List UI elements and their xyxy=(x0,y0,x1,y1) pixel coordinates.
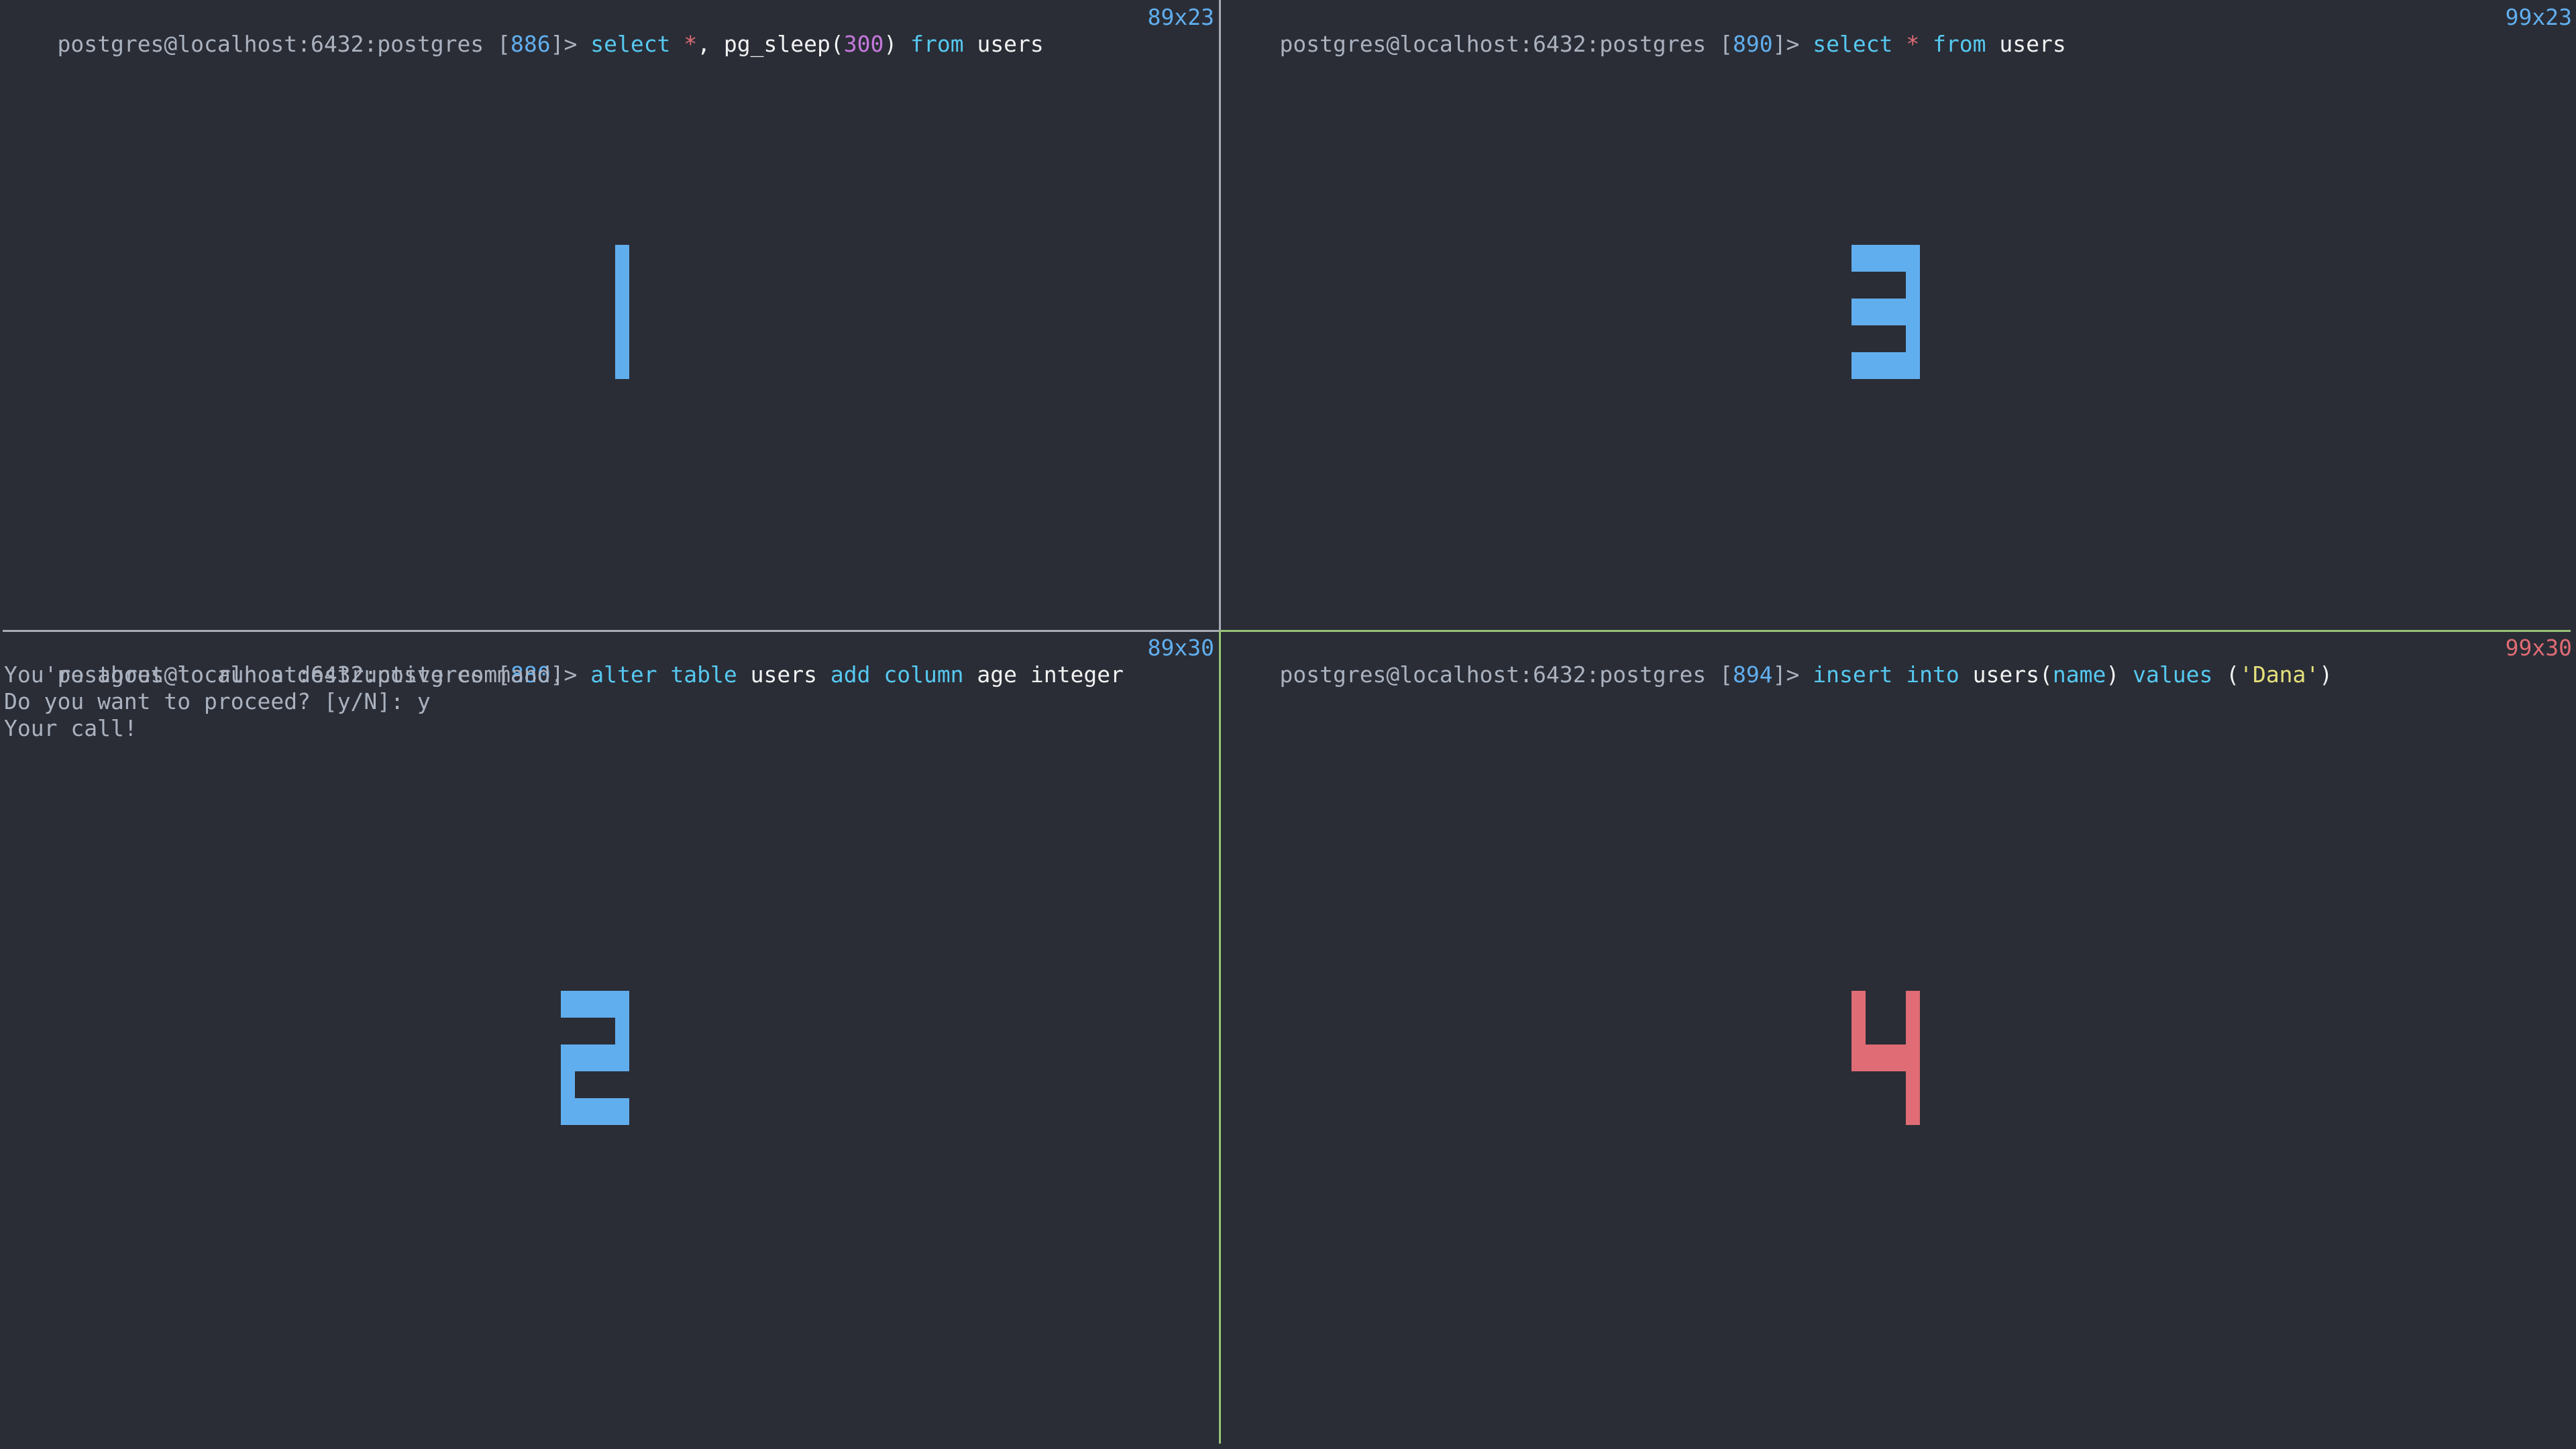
prompt-user-host: postgres@localhost:6432:postgres xyxy=(1279,661,1720,688)
pane-size-indicator: 99x23 xyxy=(2505,4,2572,30)
glyph-segment xyxy=(1906,245,1920,379)
output-line: Do you want to proceed? [y/N]: y xyxy=(4,688,431,714)
sql-text: ) xyxy=(2319,661,2333,688)
sql-keyword: add xyxy=(830,661,871,688)
terminal-pane-2[interactable]: postgres@localhost:6432:postgres [880]> … xyxy=(0,633,1218,1449)
prompt-bracket-open: [ xyxy=(1719,31,1733,57)
sql-text: ( xyxy=(2212,661,2240,688)
sql-keyword: alter xyxy=(590,661,657,688)
command-line[interactable]: postgres@localhost:6432:postgres [880]> … xyxy=(4,635,1124,688)
sql-operator: * xyxy=(1906,31,1920,57)
terminal-pane-4[interactable]: postgres@localhost:6432:postgres [894]> … xyxy=(1222,633,2576,1449)
pane-number-3-glyph xyxy=(1851,245,1920,379)
prompt-pid: 890 xyxy=(1733,31,1773,57)
prompt-bracket-close: ]> xyxy=(1772,661,1813,688)
sql-identifier: users xyxy=(963,31,1044,57)
sql-text: ) xyxy=(883,31,911,57)
pane-number-4-glyph xyxy=(1851,991,1920,1125)
pane-size-indicator: 89x30 xyxy=(1147,635,1214,661)
command-line[interactable]: postgres@localhost:6432:postgres [886]> … xyxy=(4,4,1043,57)
command-line[interactable]: postgres@localhost:6432:postgres [890]> … xyxy=(1226,4,2065,57)
sql-keyword: name xyxy=(2052,661,2106,688)
pane-number-2-glyph xyxy=(561,991,629,1125)
sql-keyword: from xyxy=(1933,31,1986,57)
sql-identifier: age integer xyxy=(963,661,1124,688)
sql-string: 'Dana' xyxy=(2239,661,2320,688)
prompt-pid: 886 xyxy=(511,31,551,57)
output-line: You're about to run a destructive comman… xyxy=(4,661,564,688)
prompt-bracket-open: [ xyxy=(497,31,511,57)
sql-keyword: into xyxy=(1906,661,1960,688)
sql-keyword: from xyxy=(910,31,964,57)
sql-keyword: select xyxy=(1813,31,1893,57)
sql-keyword: column xyxy=(883,661,964,688)
prompt-user-host: postgres@localhost:6432:postgres xyxy=(1279,31,1720,57)
sql-keyword: select xyxy=(590,31,671,57)
pane-size-indicator: 99x30 xyxy=(2505,635,2572,661)
terminal-pane-3[interactable]: postgres@localhost:6432:postgres [890]> … xyxy=(1222,0,2576,629)
sql-identifier: users( xyxy=(1959,661,2053,688)
prompt-bracket-close: ]> xyxy=(550,31,591,57)
sql-text: ) xyxy=(2106,661,2133,688)
glyph-segment xyxy=(1906,991,1920,1125)
sql-keyword: table xyxy=(670,661,737,688)
sql-identifier: users xyxy=(1986,31,2066,57)
glyph-segment xyxy=(615,245,629,379)
pane-size-indicator: 89x23 xyxy=(1147,4,1214,30)
command-line[interactable]: postgres@localhost:6432:postgres [894]> … xyxy=(1226,635,2332,688)
prompt-bracket-open: [ xyxy=(1719,661,1733,688)
glyph-segment xyxy=(561,1098,629,1125)
prompt-pid: 894 xyxy=(1733,661,1773,688)
sql-keyword: values xyxy=(2133,661,2213,688)
pane-divider-horizontal[interactable] xyxy=(3,630,1219,632)
terminal-pane-1[interactable]: postgres@localhost:6432:postgres [886]> … xyxy=(0,0,1218,629)
pane-divider-vertical-active[interactable] xyxy=(1219,631,1221,1444)
pane-divider-vertical[interactable] xyxy=(1219,0,1221,631)
sql-text: , pg_sleep( xyxy=(697,31,844,57)
sql-identifier: users xyxy=(737,661,830,688)
sql-number: 300 xyxy=(843,31,884,57)
prompt-user-host: postgres@localhost:6432:postgres xyxy=(57,31,498,57)
prompt-bracket-close: ]> xyxy=(1772,31,1813,57)
output-line: Your call! xyxy=(4,715,138,741)
pane-divider-horizontal-active[interactable] xyxy=(1219,630,2571,632)
pane-number-1-glyph xyxy=(615,245,629,379)
sql-keyword: insert xyxy=(1813,661,1893,688)
sql-operator: * xyxy=(684,31,698,57)
